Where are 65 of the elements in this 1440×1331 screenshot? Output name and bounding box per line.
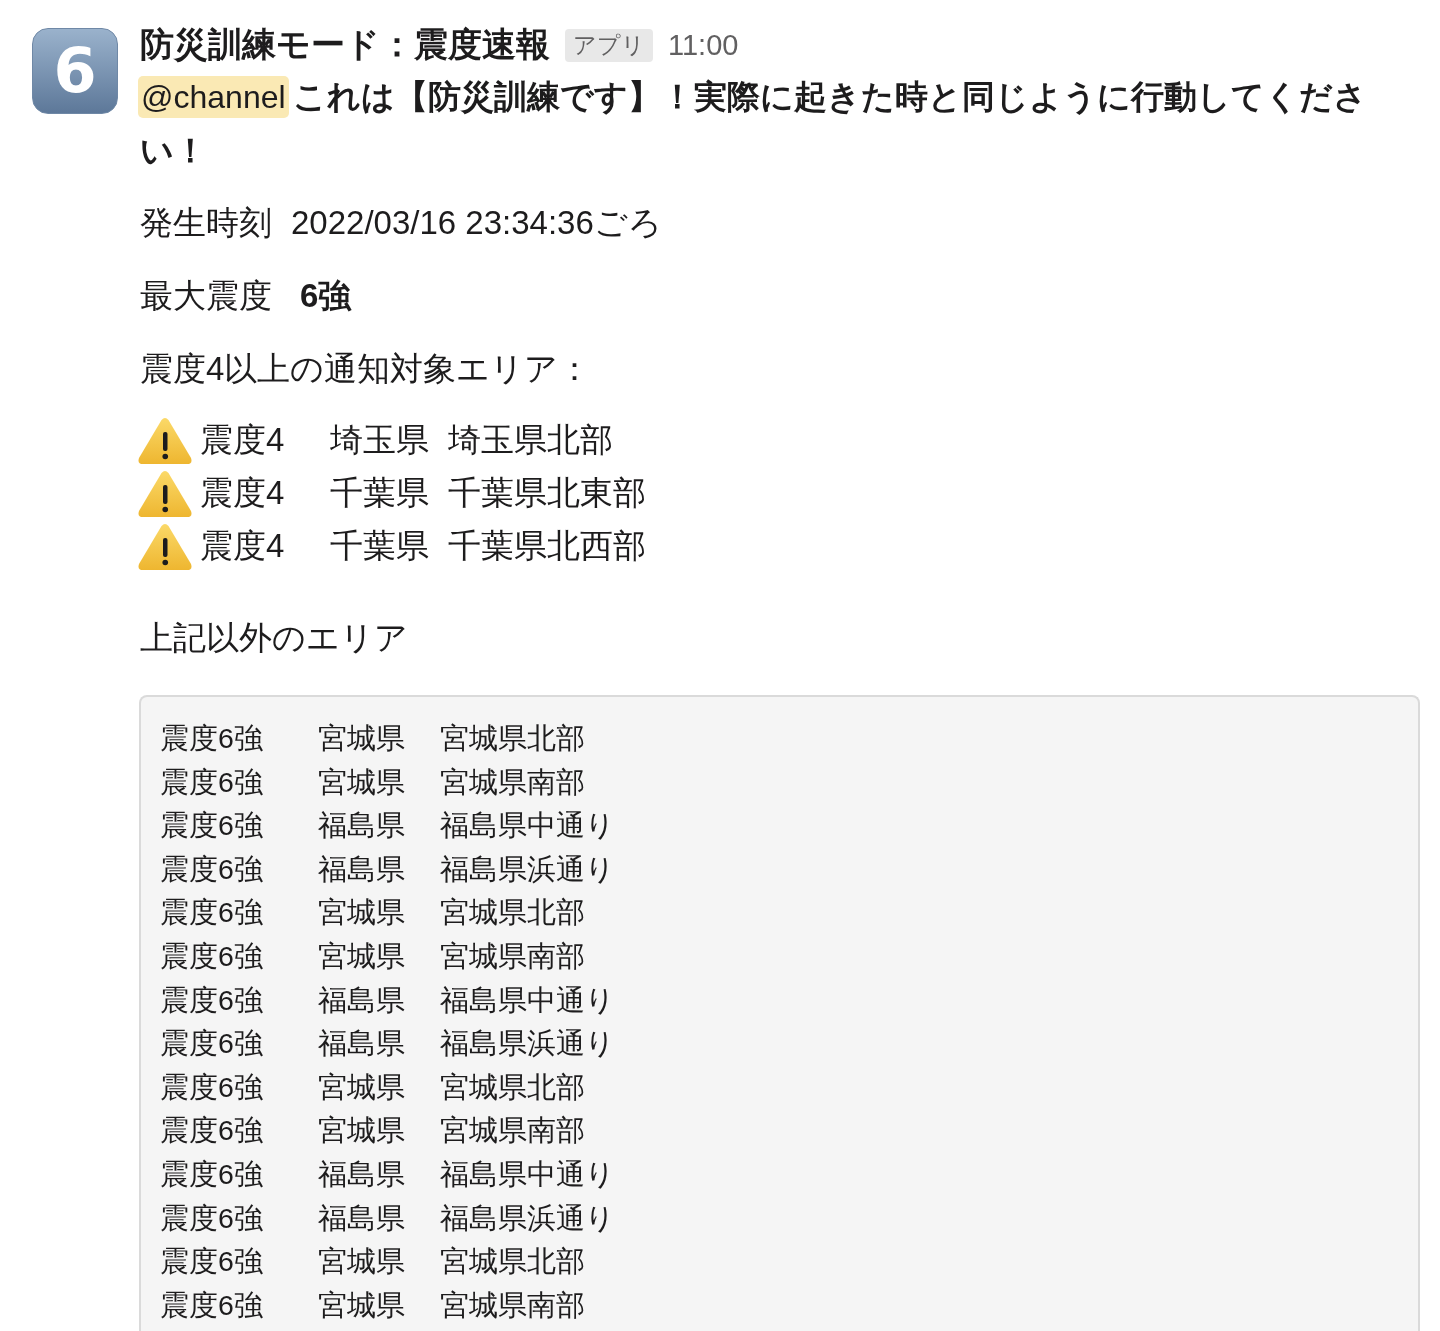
intensity-text: 震度4 [200, 420, 286, 460]
intensity-text: 震度6強 [160, 1200, 264, 1236]
section-heading: 上記以外のエリア [140, 618, 409, 658]
prefecture-text: 福島県 [318, 808, 406, 844]
sender-name[interactable]: 防災訓練モード：震度速報 [140, 27, 550, 63]
intensity-text: 震度6強 [160, 1069, 264, 1105]
intensity-text: 震度6強 [160, 1113, 264, 1149]
intensity-text: 震度6強 [160, 982, 264, 1018]
area-text: 宮城県南部 [440, 764, 586, 800]
intensity-text: 震度6強 [160, 1026, 264, 1062]
detail-value: 2022/03/16 23:34:36ごろ [291, 203, 662, 243]
intensity-text: 震度6強 [160, 1244, 264, 1280]
warning-icon [138, 470, 192, 517]
prefecture-text: 宮城県 [318, 938, 406, 974]
intensity-text: 震度6強 [160, 938, 264, 974]
message-timestamp[interactable]: 11:00 [668, 27, 739, 63]
section-heading: 震度4以上の通知対象エリア： [140, 349, 593, 389]
intensity-text: 震度6強 [160, 808, 264, 844]
prefecture-text: 福島県 [318, 1026, 406, 1062]
intensity-text: 震度4 [200, 473, 286, 513]
prefecture-text: 千葉県 [330, 526, 430, 566]
intensity-text: 震度6強 [160, 721, 264, 756]
intensity-text: 震度6強 [160, 851, 264, 887]
prefecture-text: 埼玉県 [330, 420, 430, 460]
prefecture-text: 福島県 [318, 1200, 406, 1236]
intensity-text: 震度4 [200, 526, 286, 566]
detail-label: 最大震度 [140, 276, 272, 316]
area-text: 福島県浜通り [440, 1200, 615, 1236]
prefecture-text: 宮城県 [318, 764, 406, 800]
area-text: 埼玉県北部 [448, 420, 614, 460]
intensity-text: 震度6強 [160, 764, 264, 800]
prefecture-text: 宮城県 [318, 1113, 406, 1149]
intensity-text: 震度6強 [160, 1287, 264, 1323]
prefecture-text: 福島県 [318, 851, 406, 887]
area-text: 宮城県北部 [440, 1244, 586, 1280]
area-text: 福島県浜通り [440, 1026, 615, 1062]
intensity-text: 震度6強 [160, 1156, 264, 1192]
detail-label: 発生時刻 [140, 203, 272, 243]
area-text: 千葉県北東部 [448, 473, 647, 513]
area-text: 福島県中通り [440, 1156, 615, 1192]
area-text: 福島県中通り [440, 982, 615, 1018]
prefecture-text: 宮城県 [318, 895, 406, 931]
prefecture-text: 宮城県 [318, 1069, 406, 1105]
area-text: 宮城県北部 [440, 895, 586, 931]
channel-mention[interactable]: @channel [138, 76, 289, 118]
detail-value: 6強 [300, 276, 352, 316]
prefecture-text: 宮城県 [318, 721, 406, 756]
area-text: 宮城県南部 [440, 938, 586, 974]
area-text: 宮城県北部 [440, 1069, 586, 1105]
warning-icon [138, 523, 192, 570]
prefecture-text: 宮城県 [318, 1244, 406, 1280]
area-text: 宮城県北部 [440, 721, 586, 756]
prefecture-text: 千葉県 [330, 473, 430, 513]
app-badge: アプリ [565, 28, 653, 62]
area-text: 福島県浜通り [440, 851, 615, 887]
prefecture-text: 宮城県 [318, 1287, 406, 1323]
prefecture-text: 福島県 [318, 1156, 406, 1192]
area-text: 福島県中通り [440, 808, 615, 844]
warning-icon [138, 417, 192, 464]
prefecture-text: 福島県 [318, 982, 406, 1018]
message-text: @channel これは【防災訓練です】！実際に起きた時と同じように行動してください！ [140, 75, 1368, 171]
area-text: 宮城県南部 [440, 1113, 586, 1149]
area-text: 千葉県北西部 [448, 526, 647, 566]
intensity-text: 震度6強 [160, 895, 264, 931]
area-text: 宮城県南部 [440, 1287, 586, 1323]
